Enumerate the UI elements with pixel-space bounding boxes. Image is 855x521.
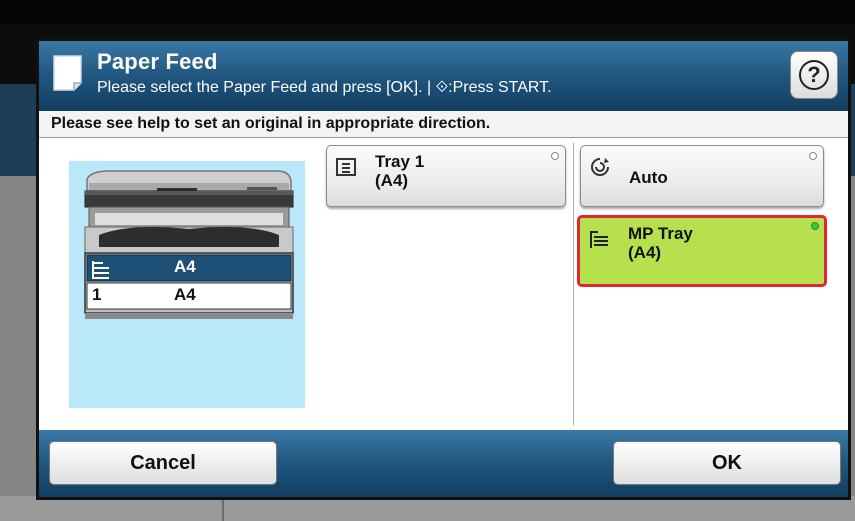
mp-tray-status-indicator	[811, 222, 819, 230]
dialog-titlebar: Paper Feed Please select the Paper Feed …	[39, 41, 848, 111]
document-icon	[53, 55, 82, 91]
tray1-status-indicator	[551, 152, 559, 160]
tray1-label: Tray 1	[375, 152, 425, 171]
background-top	[0, 0, 855, 24]
dialog-title: Paper Feed	[97, 49, 218, 74]
mp-tray-icon	[590, 231, 608, 248]
preview-tray1-number: 1	[92, 285, 102, 304]
info-text: Please see help to set an original in ap…	[39, 111, 848, 138]
preview-mp-tray-size: A4	[174, 257, 196, 276]
printer-preview: A4 1 A4	[69, 161, 305, 408]
mp-tray-button[interactable]: MP Tray (A4)	[577, 215, 827, 287]
auto-select-icon	[591, 158, 609, 176]
help-button[interactable]: ?	[790, 51, 838, 99]
tray1-size-label: (A4)	[375, 171, 409, 190]
auto-button[interactable]: Auto	[580, 145, 824, 207]
cancel-button[interactable]: Cancel	[49, 441, 277, 485]
auto-label: Auto	[629, 168, 668, 187]
column-divider	[573, 143, 574, 425]
dialog-subtitle: Please select the Paper Feed and press […	[97, 79, 552, 96]
paper-feed-dialog: Paper Feed Please select the Paper Feed …	[36, 38, 851, 500]
ok-button[interactable]: OK	[613, 441, 841, 485]
preview-tray1-size: A4	[174, 285, 196, 304]
tray1-button[interactable]: Tray 1 (A4)	[326, 145, 566, 207]
dialog-footer: Cancel OK	[39, 430, 848, 497]
mp-tray-label: MP Tray	[628, 224, 693, 243]
auto-status-indicator	[809, 152, 817, 160]
question-circle-icon: ?	[799, 60, 829, 90]
mp-tray-size-label: (A4)	[628, 243, 662, 262]
tray-icon	[336, 158, 356, 176]
